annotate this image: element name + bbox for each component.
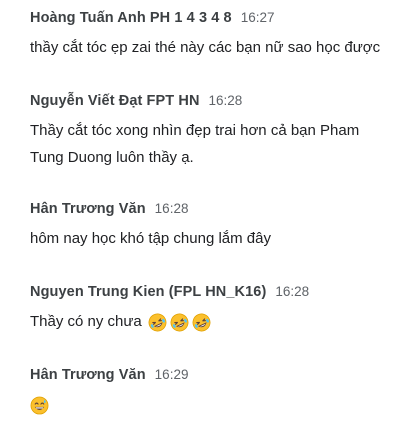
message-author: Nguyễn Viết Đạt FPT HN — [30, 93, 200, 109]
message-body — [30, 391, 407, 418]
message-author: Hân Trương Văn — [30, 201, 146, 217]
message-header: Nguyễn Viết Đạt FPT HN 16:28 — [30, 93, 407, 115]
message-text: Thầy cắt tóc xong nhìn đẹp trai hơn cả b… — [30, 117, 407, 171]
message-body: Thầy có ny chưa — [30, 308, 407, 335]
message-text-line: Tung Duong luôn thầy ạ. — [30, 149, 194, 166]
message-author: Hân Trương Văn — [30, 367, 146, 383]
rolling-on-floor-laughing-emoji — [192, 313, 211, 332]
message-timestamp: 16:28 — [275, 284, 310, 299]
message-timestamp: 16:27 — [240, 10, 275, 25]
message-header: Nguyen Trung Kien (FPL HN_K16) 16:28 — [30, 284, 407, 306]
grinning-sweat-emoji — [30, 396, 49, 415]
message-header: Hân Trương Văn 16:29 — [30, 367, 407, 389]
message-header: Hân Trương Văn 16:28 — [30, 201, 407, 223]
chat-message: Hân Trương Văn 16:29 — [30, 367, 407, 418]
message-author: Nguyen Trung Kien (FPL HN_K16) — [30, 284, 267, 300]
message-text: Thầy có ny chưa — [30, 313, 142, 330]
message-text: thầy cắt tóc ẹp zai thé này các bạn nữ s… — [30, 39, 381, 56]
chat-message: Hân Trương Văn 16:28 hôm nay học khó tập… — [30, 201, 407, 252]
rolling-on-floor-laughing-emoji — [170, 313, 189, 332]
rolling-on-floor-laughing-emoji — [148, 313, 167, 332]
chat-message: Hoàng Tuấn Anh PH 1 4 3 4 8 16:27 thầy c… — [30, 10, 407, 61]
chat-message: Nguyễn Viết Đạt FPT HN 16:28 Thầy cắt tó… — [30, 93, 407, 171]
message-timestamp: 16:28 — [154, 201, 189, 216]
chat-message-list: Hoàng Tuấn Anh PH 1 4 3 4 8 16:27 thầy c… — [0, 0, 415, 429]
chat-message: Nguyen Trung Kien (FPL HN_K16) 16:28 Thầ… — [30, 284, 407, 335]
message-timestamp: 16:29 — [154, 367, 189, 382]
message-text: hôm nay học khó tập chung lắm đây — [30, 230, 271, 247]
message-timestamp: 16:28 — [208, 93, 243, 108]
message-header: Hoàng Tuấn Anh PH 1 4 3 4 8 16:27 — [30, 10, 407, 32]
emoji-group — [148, 313, 211, 332]
message-text-line: Thầy cắt tóc xong nhìn đẹp trai hơn cả b… — [30, 122, 360, 139]
message-author: Hoàng Tuấn Anh PH 1 4 3 4 8 — [30, 10, 232, 26]
